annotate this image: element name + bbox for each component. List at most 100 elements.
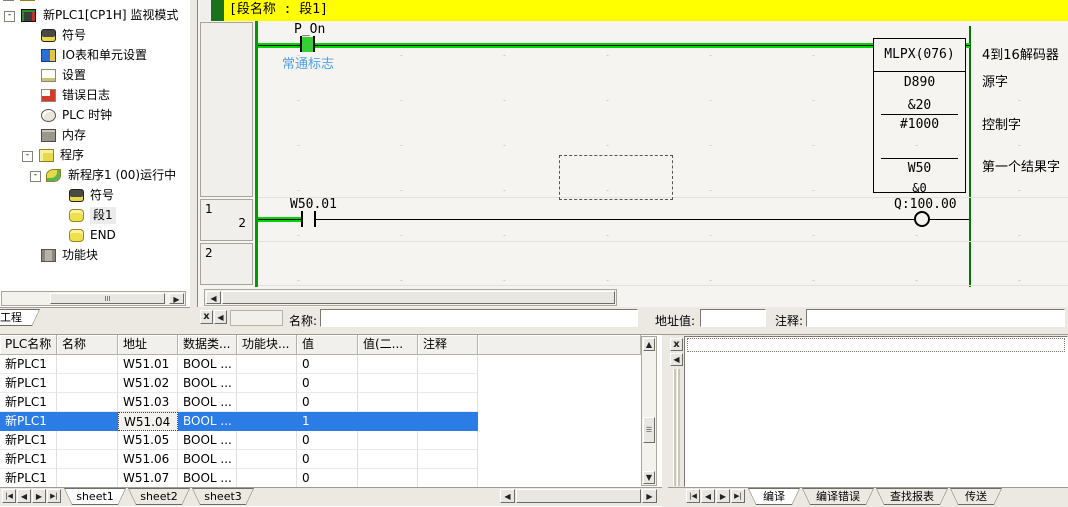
scroll-right-icon[interactable]: ▶ (642, 489, 657, 503)
scroll-up-icon[interactable]: ▲ (643, 338, 655, 351)
ladder-selection-marquee[interactable] (559, 155, 673, 200)
panel-splitter[interactable] (190, 0, 197, 334)
mlpx-operand2: #1000 (874, 117, 965, 132)
tab-transfer[interactable]: 传送 (950, 488, 1002, 505)
tab-sheet3[interactable]: sheet3 (192, 488, 254, 505)
last-sheet-icon[interactable]: ▶| (47, 489, 61, 503)
focused-address-cell[interactable]: W51.04 (118, 412, 178, 431)
settings-icon (41, 69, 56, 82)
log-selected-line[interactable] (687, 338, 1065, 352)
tree-expand-icon[interactable]: - (4, 11, 15, 22)
rung1-wire (316, 219, 914, 220)
next-sheet-icon[interactable]: ▶ (32, 489, 46, 503)
scroll-right-icon[interactable]: ▶ (169, 293, 184, 304)
ladder-hscrollbar[interactable]: ◀ (204, 289, 617, 306)
cx-programmer-window: - 新工程 - 新PLC1[CP1H] 监视模式 符号 IO表和单元设置 设置 … (0, 0, 1068, 507)
watch-vscrollbar-thumb[interactable]: ☰ (643, 417, 655, 443)
plc-device-icon (21, 9, 36, 22)
col-header-value-bin[interactable]: 值(二... (358, 335, 418, 355)
tab-project[interactable]: 工程 (0, 309, 40, 326)
prev-sheet-icon[interactable]: ◀ (17, 489, 31, 503)
io-table-icon (41, 49, 56, 62)
prev-tab-icon[interactable]: ◀ (701, 489, 715, 503)
contact-w50-01[interactable]: W50.01 (290, 197, 337, 212)
tab-find-report[interactable]: 查找报表 (876, 488, 948, 505)
rung2-margin-cell[interactable]: 2 (200, 243, 253, 285)
tab-sheet2[interactable]: sheet2 (128, 488, 190, 505)
first-tab-icon[interactable]: |◀ (686, 489, 700, 503)
ladder-edit-bar: x ◀ 名称: 地址值: 注释: (197, 307, 1068, 334)
address-value-label: 地址值: (655, 312, 695, 329)
watch-row[interactable]: 新PLC1 W51.03 BOOL ... 0 (0, 393, 478, 412)
mlpx-instruction-block[interactable]: MLPX(076) D890 &20 #1000 W50 &0 (873, 38, 966, 193)
tree-expand-icon[interactable]: - (30, 171, 41, 182)
ladder-hscrollbar-thumb[interactable] (222, 291, 615, 304)
col-header-extra (478, 335, 641, 355)
tree-expand-icon[interactable]: - (22, 151, 33, 162)
watch-hscrollbar-thumb[interactable] (516, 489, 641, 503)
mlpx-operand1: D890 (874, 75, 965, 90)
last-tab-icon[interactable]: ▶| (731, 489, 745, 503)
mlpx-operand3-monitor: &0 (874, 181, 965, 195)
tree-expand-icon[interactable]: - (3, 0, 14, 1)
col-header-plc[interactable]: PLC名称 (0, 335, 57, 355)
scroll-down-icon[interactable]: ▼ (643, 471, 655, 484)
rung-cursor-block[interactable] (211, 0, 224, 21)
watch-row[interactable]: 新PLC1 W51.02 BOOL ... 0 (0, 374, 478, 393)
rung1-wire-energized (258, 217, 301, 222)
col-header-comment[interactable]: 注释 (418, 335, 478, 355)
collapse-left-icon[interactable]: ◀ (670, 353, 683, 366)
mlpx-op1-comment: 源字 (982, 71, 1008, 90)
watch-vscrollbar[interactable]: ▲ ☰ ▼ (641, 336, 657, 486)
scroll-left-icon[interactable]: ◀ (206, 291, 221, 304)
tab-compile[interactable]: 编译 (748, 488, 800, 505)
watch-row[interactable]: 新PLC1 W51.07 BOOL ... 0 (0, 469, 478, 488)
col-header-name[interactable]: 名称 (57, 335, 118, 355)
section-title-bar[interactable]: [段名称 : 段1] (224, 0, 1068, 21)
program-icon (39, 149, 54, 162)
contact-comment: 常通标志 (282, 53, 334, 72)
watch-row[interactable]: 新PLC1 W51.01 BOOL ... 0 (0, 355, 478, 374)
tree-hscrollbar-thumb[interactable]: III (50, 293, 165, 304)
col-header-datatype[interactable]: 数据类... (178, 335, 237, 355)
collapse-left-icon[interactable]: ◀ (214, 310, 227, 324)
scroll-left-icon[interactable]: ◀ (500, 489, 515, 503)
tree-hscrollbar[interactable]: III ▶ (1, 291, 186, 306)
mlpx-separator (881, 114, 958, 115)
rung-separator (258, 241, 1068, 242)
rung1-wire (930, 219, 969, 220)
col-header-address[interactable]: 地址 (118, 335, 178, 355)
mlpx-operand3: W50 (874, 161, 965, 176)
tab-sheet1[interactable]: sheet1 (64, 488, 126, 505)
watch-row[interactable]: 新PLC1 W51.06 BOOL ... 0 (0, 450, 478, 469)
comment-input[interactable] (806, 309, 1065, 327)
edit-bar-blank-box (230, 310, 283, 326)
rung1-margin-cell[interactable]: 1 2 (200, 199, 253, 241)
tab-compile-errors[interactable]: 编译错误 (802, 488, 874, 505)
mlpx-operand1-monitor: &20 (874, 98, 965, 113)
col-header-value[interactable]: 值 (297, 335, 358, 355)
output-coil[interactable] (914, 211, 930, 227)
close-icon[interactable]: x (200, 310, 213, 324)
ladder-editor-panel: [段名称 : 段1] 1 2 2 P_On 常通标志 MLPX(076) D89… (197, 0, 1068, 307)
watch-row-selected[interactable]: 新PLC1 W51.04 BOOL ... 1 (0, 412, 478, 431)
mlpx-mnemonic: MLPX(076) (874, 39, 965, 72)
contact-p-on[interactable]: P_On (294, 22, 325, 37)
contact-bar (300, 36, 302, 52)
rung0-wire-energized (966, 43, 970, 48)
name-input[interactable] (320, 309, 638, 327)
address-value-input[interactable] (700, 309, 766, 327)
first-sheet-icon[interactable]: |◀ (2, 489, 16, 503)
next-tab-icon[interactable]: ▶ (716, 489, 730, 503)
output-gripper[interactable] (677, 369, 680, 486)
col-header-fb[interactable]: 功能块... (237, 335, 297, 355)
close-icon[interactable]: x (670, 338, 683, 351)
contact-energized-fill (302, 37, 313, 52)
workspace-tabbar: 工程 (0, 307, 190, 334)
output-gripper[interactable] (673, 369, 676, 486)
output-tabbar: |◀ ◀ ▶ ▶| 编译 编译错误 查找报表 传送 (668, 487, 1068, 506)
project-tree-panel: - 新工程 - 新PLC1[CP1H] 监视模式 符号 IO表和单元设置 设置 … (0, 0, 191, 334)
watch-row[interactable]: 新PLC1 W51.05 BOOL ... 0 (0, 431, 478, 450)
rung0-margin-cell[interactable] (200, 22, 253, 197)
compile-log-area[interactable] (684, 336, 1068, 487)
